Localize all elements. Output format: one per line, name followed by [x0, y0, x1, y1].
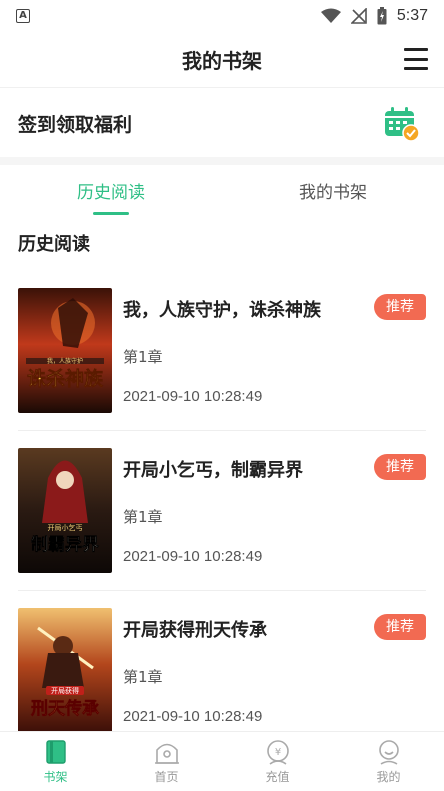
nav-profile[interactable]: 我的 [333, 732, 444, 791]
nav-recharge[interactable]: ¥ 充值 [222, 732, 333, 791]
book-last-read-time: 2021-09-10 10:28:49 [123, 388, 263, 405]
book-title: 开局获得刑天传承 [123, 620, 267, 641]
page-title: 我的书架 [182, 49, 262, 73]
book-title: 开局小乞丐，制霸异界 [123, 460, 303, 481]
book-cover[interactable]: 开局获得 刑天传承 [18, 608, 112, 731]
recommend-badge: 推荐 [374, 614, 426, 640]
book-last-read-time: 2021-09-10 10:28:49 [123, 708, 263, 725]
menu-icon[interactable] [404, 48, 428, 70]
book-chapter: 第1章 [123, 668, 163, 686]
status-time: 5:37 [396, 7, 428, 24]
app-notification-icon: A [16, 9, 30, 23]
home-icon [154, 743, 179, 764]
profile-icon [378, 740, 399, 765]
signin-label: 签到领取福利 [18, 113, 133, 136]
cover-subtitle: 开局获得 [51, 686, 79, 695]
cover-title: 制霸异界 [31, 534, 99, 555]
battery-charging-icon [377, 7, 387, 25]
nav-label: 书架 [43, 770, 68, 784]
calendar-check-icon[interactable] [384, 106, 420, 142]
book-cover[interactable]: 开局小乞丐 制霸异界 [18, 448, 112, 573]
book-item[interactable]: 我，人族守护 诛杀神族 我，人族守护，诛杀神族 第1章 2021-09-10 1… [18, 288, 426, 414]
book-last-read-time: 2021-09-10 10:28:49 [123, 548, 263, 565]
book-item[interactable]: 开局获得 刑天传承 开局获得刑天传承 第1章 2021-09-10 10:28:… [18, 608, 426, 731]
bottom-navigation: 书架 首页 ¥ 充值 我的 [0, 731, 444, 791]
app-header: 我的书架 [0, 32, 444, 88]
cover-subtitle: 开局小乞丐 [48, 523, 83, 532]
book-cover[interactable]: 我，人族守护 诛杀神族 [18, 288, 112, 413]
cover-subtitle: 我，人族守护 [47, 357, 83, 365]
book-chapter: 第1章 [123, 348, 163, 366]
nav-label: 首页 [154, 770, 179, 784]
tab-bar: 历史阅读 我的书架 [0, 165, 444, 215]
book-title: 我，人族守护，诛杀神族 [123, 300, 321, 321]
svg-text:¥: ¥ [274, 747, 280, 758]
nav-label: 充值 [265, 770, 290, 784]
recommend-badge: 推荐 [374, 294, 426, 320]
tab-history[interactable]: 历史阅读 [0, 165, 222, 215]
book-item[interactable]: 开局小乞丐 制霸异界 开局小乞丐，制霸异界 第1章 2021-09-10 10:… [18, 448, 426, 574]
list-divider [18, 590, 426, 591]
signin-banner[interactable]: 签到领取福利 [0, 89, 444, 157]
wifi-icon [320, 8, 341, 23]
list-divider [18, 430, 426, 431]
nav-label: 我的 [376, 770, 401, 784]
nav-bookshelf[interactable]: 书架 [0, 732, 111, 791]
cover-title: 刑天传承 [31, 698, 99, 719]
tab-bookshelf[interactable]: 我的书架 [222, 165, 444, 215]
bookshelf-icon [45, 740, 66, 764]
nav-home[interactable]: 首页 [111, 732, 222, 791]
signal-off-icon [350, 8, 367, 24]
cover-title: 诛杀神族 [27, 367, 104, 390]
status-bar: A 5:37 [0, 0, 444, 32]
section-title: 历史阅读 [18, 234, 90, 255]
book-chapter: 第1章 [123, 508, 163, 526]
section-divider [0, 157, 444, 165]
recommend-badge: 推荐 [374, 454, 426, 480]
recharge-icon: ¥ [266, 740, 289, 765]
